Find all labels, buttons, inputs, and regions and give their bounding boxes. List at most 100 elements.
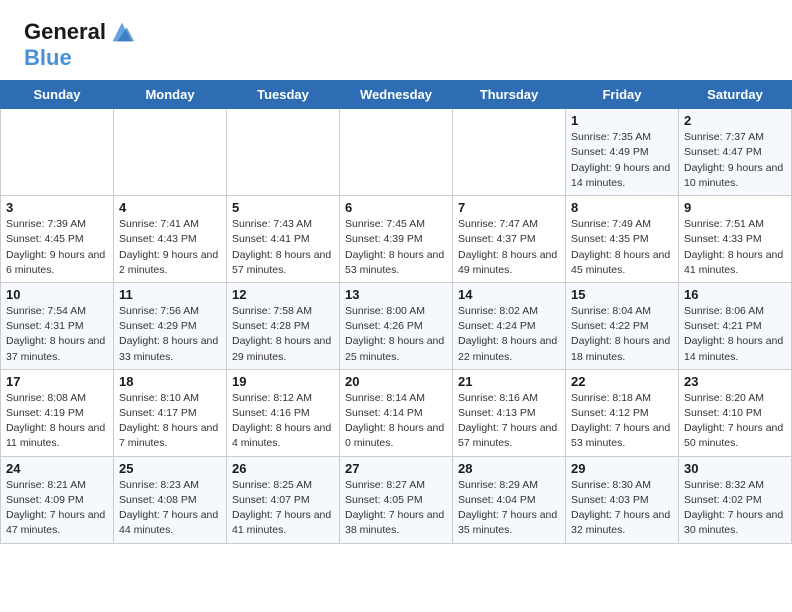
day-info: Sunrise: 7:58 AM Sunset: 4:28 PM Dayligh… <box>232 304 334 365</box>
day-number: 29 <box>571 461 673 476</box>
calendar-cell: 2 Sunrise: 7:37 AM Sunset: 4:47 PM Daylig… <box>679 109 792 196</box>
day-number: 22 <box>571 374 673 389</box>
day-number: 1 <box>571 113 673 128</box>
day-number: 5 <box>232 200 334 215</box>
day-info: Sunrise: 7:49 AM Sunset: 4:35 PM Dayligh… <box>571 217 673 278</box>
day-info: Sunrise: 8:30 AM Sunset: 4:03 PM Dayligh… <box>571 478 673 539</box>
weekday-header: Thursday <box>453 81 566 109</box>
day-info: Sunrise: 8:06 AM Sunset: 4:21 PM Dayligh… <box>684 304 786 365</box>
day-number: 13 <box>345 287 447 302</box>
calendar-cell: 22Sunrise: 8:18 AM Sunset: 4:12 PM Dayli… <box>566 369 679 456</box>
calendar-cell: 12 Sunrise: 7:58 AM Sunset: 4:28 PM Dayli… <box>227 282 340 369</box>
calendar-cell: 10 Sunrise: 7:54 AM Sunset: 4:31 PM Dayli… <box>1 282 114 369</box>
calendar-cell: 5Sunrise: 7:43 AM Sunset: 4:41 PM Daylig… <box>227 196 340 283</box>
day-info: Sunrise: 8:14 AM Sunset: 4:14 PM Dayligh… <box>345 391 447 452</box>
day-info: Sunrise: 7:39 AM Sunset: 4:45 PM Dayligh… <box>6 217 108 278</box>
day-number: 18 <box>119 374 221 389</box>
day-number: 10 <box>6 287 108 302</box>
weekday-header: Sunday <box>1 81 114 109</box>
day-info: Sunrise: 8:08 AM Sunset: 4:19 PM Dayligh… <box>6 391 108 452</box>
day-info: Sunrise: 8:25 AM Sunset: 4:07 PM Dayligh… <box>232 478 334 539</box>
day-number: 12 <box>232 287 334 302</box>
calendar-cell: 8 Sunrise: 7:49 AM Sunset: 4:35 PM Daylig… <box>566 196 679 283</box>
day-info: Sunrise: 7:47 AM Sunset: 4:37 PM Dayligh… <box>458 217 560 278</box>
day-info: Sunrise: 7:41 AM Sunset: 4:43 PM Dayligh… <box>119 217 221 278</box>
calendar-cell <box>340 109 453 196</box>
calendar-table: SundayMondayTuesdayWednesdayThursdayFrid… <box>0 80 792 543</box>
day-info: Sunrise: 8:27 AM Sunset: 4:05 PM Dayligh… <box>345 478 447 539</box>
calendar-cell <box>453 109 566 196</box>
calendar-cell: 28 Sunrise: 8:29 AM Sunset: 4:04 PM Dayli… <box>453 456 566 543</box>
calendar-cell: 15 Sunrise: 8:04 AM Sunset: 4:22 PM Dayli… <box>566 282 679 369</box>
calendar-cell: 11 Sunrise: 7:56 AM Sunset: 4:29 PM Dayli… <box>114 282 227 369</box>
logo-icon <box>108 18 136 46</box>
calendar-cell: 19Sunrise: 8:12 AM Sunset: 4:16 PM Dayli… <box>227 369 340 456</box>
day-number: 23 <box>684 374 786 389</box>
calendar-body: 1 Sunrise: 7:35 AM Sunset: 4:49 PM Daylig… <box>1 109 792 543</box>
calendar-cell: 30 Sunrise: 8:32 AM Sunset: 4:02 PM Dayli… <box>679 456 792 543</box>
day-number: 3 <box>6 200 108 215</box>
day-number: 30 <box>684 461 786 476</box>
day-number: 7 <box>458 200 560 215</box>
day-number: 17 <box>6 374 108 389</box>
calendar-cell: 9Sunrise: 7:51 AM Sunset: 4:33 PM Daylig… <box>679 196 792 283</box>
calendar-cell: 17 Sunrise: 8:08 AM Sunset: 4:19 PM Dayli… <box>1 369 114 456</box>
day-info: Sunrise: 7:54 AM Sunset: 4:31 PM Dayligh… <box>6 304 108 365</box>
day-number: 16 <box>684 287 786 302</box>
calendar-cell: 27 Sunrise: 8:27 AM Sunset: 4:05 PM Dayli… <box>340 456 453 543</box>
logo: General Blue <box>24 18 136 70</box>
weekday-header: Monday <box>114 81 227 109</box>
day-info: Sunrise: 8:32 AM Sunset: 4:02 PM Dayligh… <box>684 478 786 539</box>
day-number: 25 <box>119 461 221 476</box>
day-number: 20 <box>345 374 447 389</box>
day-info: Sunrise: 8:23 AM Sunset: 4:08 PM Dayligh… <box>119 478 221 539</box>
calendar-cell: 21 Sunrise: 8:16 AM Sunset: 4:13 PM Dayli… <box>453 369 566 456</box>
day-info: Sunrise: 7:37 AM Sunset: 4:47 PM Dayligh… <box>684 130 786 191</box>
logo-text: General <box>24 20 106 44</box>
day-number: 6 <box>345 200 447 215</box>
day-number: 21 <box>458 374 560 389</box>
weekday-header: Wednesday <box>340 81 453 109</box>
calendar-week-row: 17 Sunrise: 8:08 AM Sunset: 4:19 PM Dayli… <box>1 369 792 456</box>
day-number: 28 <box>458 461 560 476</box>
calendar-week-row: 10 Sunrise: 7:54 AM Sunset: 4:31 PM Dayli… <box>1 282 792 369</box>
calendar-cell: 26 Sunrise: 8:25 AM Sunset: 4:07 PM Dayli… <box>227 456 340 543</box>
calendar-cell: 20 Sunrise: 8:14 AM Sunset: 4:14 PM Dayli… <box>340 369 453 456</box>
day-info: Sunrise: 8:00 AM Sunset: 4:26 PM Dayligh… <box>345 304 447 365</box>
day-info: Sunrise: 8:20 AM Sunset: 4:10 PM Dayligh… <box>684 391 786 452</box>
day-number: 8 <box>571 200 673 215</box>
day-info: Sunrise: 8:29 AM Sunset: 4:04 PM Dayligh… <box>458 478 560 539</box>
day-info: Sunrise: 8:12 AM Sunset: 4:16 PM Dayligh… <box>232 391 334 452</box>
weekday-header: Saturday <box>679 81 792 109</box>
day-number: 9 <box>684 200 786 215</box>
day-info: Sunrise: 7:35 AM Sunset: 4:49 PM Dayligh… <box>571 130 673 191</box>
day-info: Sunrise: 7:56 AM Sunset: 4:29 PM Dayligh… <box>119 304 221 365</box>
calendar-cell: 23 Sunrise: 8:20 AM Sunset: 4:10 PM Dayli… <box>679 369 792 456</box>
calendar-cell: 4 Sunrise: 7:41 AM Sunset: 4:43 PM Daylig… <box>114 196 227 283</box>
calendar-cell: 29 Sunrise: 8:30 AM Sunset: 4:03 PM Dayli… <box>566 456 679 543</box>
calendar-cell: 13 Sunrise: 8:00 AM Sunset: 4:26 PM Dayli… <box>340 282 453 369</box>
day-info: Sunrise: 8:16 AM Sunset: 4:13 PM Dayligh… <box>458 391 560 452</box>
calendar-header: SundayMondayTuesdayWednesdayThursdayFrid… <box>1 81 792 109</box>
day-info: Sunrise: 8:02 AM Sunset: 4:24 PM Dayligh… <box>458 304 560 365</box>
calendar-cell: 24 Sunrise: 8:21 AM Sunset: 4:09 PM Dayli… <box>1 456 114 543</box>
day-number: 4 <box>119 200 221 215</box>
day-number: 24 <box>6 461 108 476</box>
calendar-cell: 6 Sunrise: 7:45 AM Sunset: 4:39 PM Daylig… <box>340 196 453 283</box>
day-info: Sunrise: 7:45 AM Sunset: 4:39 PM Dayligh… <box>345 217 447 278</box>
day-number: 2 <box>684 113 786 128</box>
day-number: 27 <box>345 461 447 476</box>
logo-blue-text: Blue <box>24 45 72 70</box>
day-info: Sunrise: 8:21 AM Sunset: 4:09 PM Dayligh… <box>6 478 108 539</box>
calendar-cell: 14Sunrise: 8:02 AM Sunset: 4:24 PM Dayli… <box>453 282 566 369</box>
calendar-week-row: 1 Sunrise: 7:35 AM Sunset: 4:49 PM Daylig… <box>1 109 792 196</box>
calendar-cell <box>1 109 114 196</box>
day-number: 15 <box>571 287 673 302</box>
day-info: Sunrise: 8:04 AM Sunset: 4:22 PM Dayligh… <box>571 304 673 365</box>
day-number: 26 <box>232 461 334 476</box>
calendar-cell <box>227 109 340 196</box>
page-header: General Blue <box>0 0 792 80</box>
calendar-cell: 16 Sunrise: 8:06 AM Sunset: 4:21 PM Dayli… <box>679 282 792 369</box>
day-number: 11 <box>119 287 221 302</box>
calendar-cell: 7 Sunrise: 7:47 AM Sunset: 4:37 PM Daylig… <box>453 196 566 283</box>
